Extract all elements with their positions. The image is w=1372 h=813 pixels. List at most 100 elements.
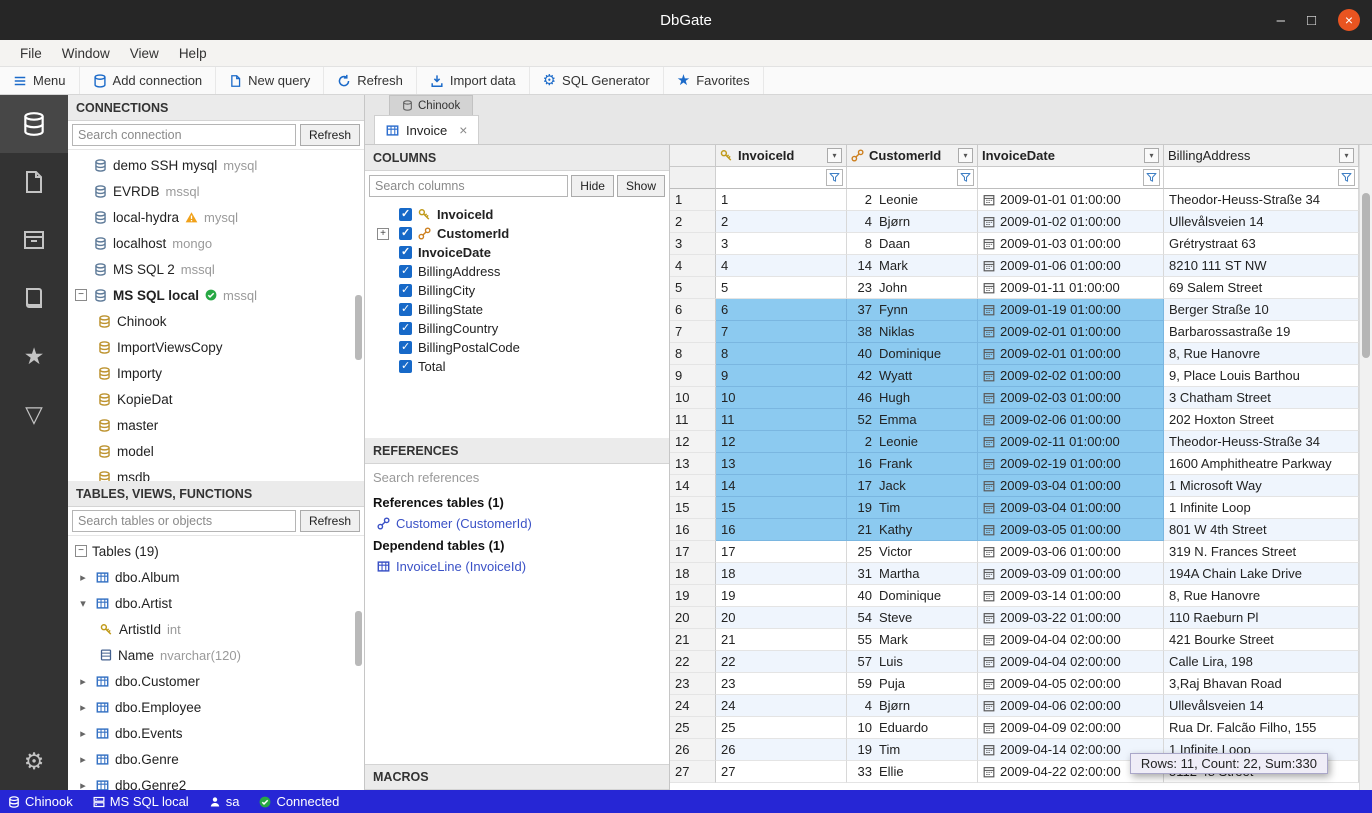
connection-item[interactable]: localhostmongo (68, 230, 364, 256)
row-number[interactable]: 2 (670, 211, 716, 233)
cell-billingaddress[interactable]: Barbarossastraße 19 (1164, 321, 1359, 343)
settings-button[interactable]: ⚙ (0, 732, 68, 790)
column-item[interactable]: Namenvarchar(120) (68, 642, 364, 668)
cell-invoiceid[interactable]: 11 (716, 409, 847, 431)
row-number[interactable]: 20 (670, 607, 716, 629)
filter-funnel-icon[interactable] (826, 169, 843, 186)
cell-billingaddress[interactable]: 1600 Amphitheatre Parkway (1164, 453, 1359, 475)
cell-customerid[interactable]: 46Hugh (847, 387, 978, 409)
row-number[interactable]: 26 (670, 739, 716, 761)
refresh-button[interactable]: Refresh (324, 67, 417, 94)
column-checkbox[interactable] (399, 303, 412, 316)
cell-invoicedate[interactable]: 2009-03-14 01:00:00 (978, 585, 1164, 607)
cell-billingaddress[interactable]: Grétrystraat 63 (1164, 233, 1359, 255)
connection-item[interactable]: local-hydramysql (68, 204, 364, 230)
references-search-input[interactable] (365, 464, 669, 491)
connection-item[interactable]: demo SSH mysqlmysql (68, 152, 364, 178)
cell-invoiceid[interactable]: 3 (716, 233, 847, 255)
row-number[interactable]: 13 (670, 453, 716, 475)
cell-invoiceid[interactable]: 26 (716, 739, 847, 761)
chevron-right-icon[interactable]: ▸ (76, 701, 90, 714)
menu-button[interactable]: Menu (0, 67, 80, 94)
chevron-right-icon[interactable]: ▸ (76, 753, 90, 766)
tables-group[interactable]: −Tables (19) (68, 538, 364, 564)
column-header-CustomerId[interactable]: CustomerId▾ (847, 145, 978, 167)
filter-cell-InvoiceDate[interactable] (978, 167, 1164, 189)
close-button[interactable]: × (1338, 9, 1360, 31)
cell-customerid[interactable]: 19Tim (847, 497, 978, 519)
cell-customerid[interactable]: 8Daan (847, 233, 978, 255)
database-item[interactable]: ImportViewsCopy (68, 334, 364, 360)
column-menu-button[interactable]: ▾ (1339, 148, 1354, 163)
filter-funnel-icon[interactable] (1338, 169, 1355, 186)
table-item[interactable]: ▸dbo.Customer (68, 668, 364, 694)
filter-cell-BillingAddress[interactable] (1164, 167, 1359, 189)
column-checkbox[interactable] (399, 227, 412, 240)
row-number[interactable]: 14 (670, 475, 716, 497)
cell-invoiceid[interactable]: 22 (716, 651, 847, 673)
cell-customerid[interactable]: 37Fynn (847, 299, 978, 321)
column-checkbox[interactable] (399, 246, 412, 259)
favorites-button[interactable]: ★ Favorites (664, 67, 764, 94)
cell-invoicedate[interactable]: 2009-02-19 01:00:00 (978, 453, 1164, 475)
column-toggle-row[interactable]: BillingPostalCode (365, 338, 669, 357)
reference-link-invoiceline[interactable]: InvoiceLine (InvoiceId) (365, 556, 669, 577)
cell-customerid[interactable]: 33Ellie (847, 761, 978, 783)
hide-button[interactable]: Hide (571, 175, 614, 197)
cell-invoiceid[interactable]: 13 (716, 453, 847, 475)
column-toggle-row[interactable]: BillingAddress (365, 262, 669, 281)
cell-billingaddress[interactable]: 8, Rue Hanovre (1164, 343, 1359, 365)
column-toggle-row[interactable]: BillingCountry (365, 319, 669, 338)
row-number[interactable]: 15 (670, 497, 716, 519)
cell-customerid[interactable]: 38Niklas (847, 321, 978, 343)
column-header-InvoiceDate[interactable]: InvoiceDate▾ (978, 145, 1164, 167)
tables-search-input[interactable] (72, 510, 296, 532)
table-item[interactable]: ▸dbo.Events (68, 720, 364, 746)
chevron-right-icon[interactable]: ▸ (76, 571, 90, 584)
cell-invoiceid[interactable]: 18 (716, 563, 847, 585)
cell-customerid[interactable]: 4Bjørn (847, 211, 978, 233)
row-number[interactable]: 23 (670, 673, 716, 695)
cell-invoiceid[interactable]: 24 (716, 695, 847, 717)
database-item[interactable]: model (68, 438, 364, 464)
cell-billingaddress[interactable]: Ullevålsveien 14 (1164, 211, 1359, 233)
cell-invoicedate[interactable]: 2009-04-09 02:00:00 (978, 717, 1164, 739)
cell-invoicedate[interactable]: 2009-04-05 02:00:00 (978, 673, 1164, 695)
cell-customerid[interactable]: 52Emma (847, 409, 978, 431)
add-connection-button[interactable]: Add connection (80, 67, 217, 94)
column-toggle-row[interactable]: InvoiceId (365, 205, 669, 224)
chevron-right-icon[interactable]: ▸ (76, 727, 90, 740)
sql-generator-button[interactable]: ⚙ SQL Generator (530, 67, 664, 94)
column-toggle-row[interactable]: BillingCity (365, 281, 669, 300)
cell-billingaddress[interactable]: Ullevålsveien 14 (1164, 695, 1359, 717)
row-number[interactable]: 16 (670, 519, 716, 541)
table-item[interactable]: ▸dbo.Genre (68, 746, 364, 772)
cell-invoicedate[interactable]: 2009-03-09 01:00:00 (978, 563, 1164, 585)
cell-customerid[interactable]: 4Bjørn (847, 695, 978, 717)
column-toggle-row[interactable]: Total (365, 357, 669, 376)
row-number[interactable]: 24 (670, 695, 716, 717)
sidebar-tab-favorites[interactable]: ★ (0, 327, 68, 385)
cell-billingaddress[interactable]: Theodor-Heuss-Straße 34 (1164, 431, 1359, 453)
minimize-button[interactable]: – (1277, 13, 1285, 28)
statusbar-database[interactable]: Chinook (8, 794, 73, 809)
row-number[interactable]: 22 (670, 651, 716, 673)
connections-refresh-button[interactable]: Refresh (300, 124, 360, 146)
cell-customerid[interactable]: 19Tim (847, 739, 978, 761)
sidebar-tab-files[interactable] (0, 153, 68, 211)
cell-billingaddress[interactable]: 1 Infinite Loop (1164, 497, 1359, 519)
cell-billingaddress[interactable]: 3,Raj Bhavan Road (1164, 673, 1359, 695)
cell-invoiceid[interactable]: 4 (716, 255, 847, 277)
column-checkbox[interactable] (399, 265, 412, 278)
cell-billingaddress[interactable]: 69 Salem Street (1164, 277, 1359, 299)
cell-invoiceid[interactable]: 14 (716, 475, 847, 497)
column-checkbox[interactable] (399, 360, 412, 373)
cell-billingaddress[interactable]: Calle Lira, 198 (1164, 651, 1359, 673)
cell-customerid[interactable]: 40Dominique (847, 343, 978, 365)
row-number[interactable]: 25 (670, 717, 716, 739)
cell-invoiceid[interactable]: 1 (716, 189, 847, 211)
cell-invoiceid[interactable]: 16 (716, 519, 847, 541)
cell-invoiceid[interactable]: 10 (716, 387, 847, 409)
cell-invoicedate[interactable]: 2009-03-22 01:00:00 (978, 607, 1164, 629)
connection-item[interactable]: EVRDBmssql (68, 178, 364, 204)
